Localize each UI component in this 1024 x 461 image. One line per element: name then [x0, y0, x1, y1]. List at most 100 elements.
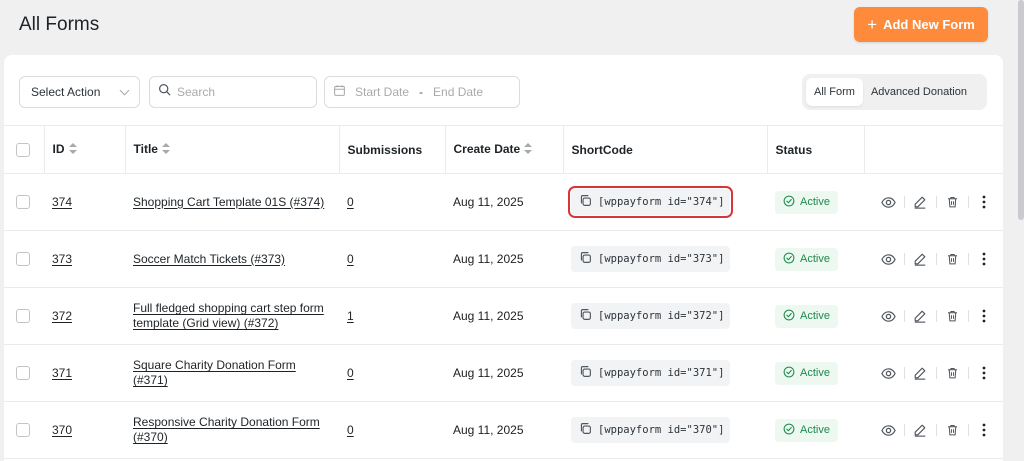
select-action-dropdown[interactable]: Select Action	[19, 76, 140, 108]
edit-icon[interactable]	[904, 190, 936, 214]
trash-icon[interactable]	[936, 247, 968, 271]
actions-cell	[864, 344, 1003, 402]
table-row: 370 Responsive Charity Donation Form (#3…	[4, 401, 1003, 459]
row-checkbox[interactable]	[16, 195, 30, 210]
column-date-label: Create Date	[453, 142, 521, 157]
title-cell: Square Charity Donation Form (#371)	[125, 344, 339, 402]
eye-icon[interactable]	[872, 361, 904, 385]
row-checkbox[interactable]	[16, 423, 30, 438]
submissions-link[interactable]: 0	[347, 252, 354, 266]
create-date-cell: Aug 11, 2025	[445, 287, 563, 345]
submissions-link[interactable]: 0	[347, 423, 354, 437]
more-vertical-icon[interactable]	[968, 361, 1000, 385]
date-separator: -	[419, 85, 424, 99]
tab-advanced-donation[interactable]: Advanced Donation	[863, 78, 975, 106]
shortcode-copy-button[interactable]: [wppayform id="372"]	[571, 303, 731, 329]
submissions-link[interactable]: 0	[347, 366, 354, 380]
sort-icon[interactable]	[68, 142, 77, 157]
status-cell: Active	[767, 287, 864, 345]
submissions-cell: 0	[339, 230, 445, 288]
create-date-cell: Aug 11, 2025	[445, 344, 563, 402]
toolbar: Select Action Start Date - End Date All …	[4, 55, 1003, 125]
status-badge: Active	[775, 190, 838, 214]
scrollbar-thumb[interactable]	[1018, 0, 1024, 220]
copy-icon	[579, 365, 592, 381]
create-date-cell: Aug 11, 2025	[445, 173, 563, 231]
shortcode-copy-button[interactable]: [wppayform id="373"]	[571, 246, 731, 272]
row-checkbox[interactable]	[16, 366, 30, 381]
status-label: Active	[800, 424, 830, 436]
id-cell: 372	[44, 287, 125, 345]
trash-icon[interactable]	[936, 304, 968, 328]
calendar-icon	[333, 84, 346, 100]
form-title-link[interactable]: Responsive Charity Donation Form (#370)	[133, 415, 333, 445]
column-title-label: Title	[133, 142, 158, 157]
search-icon	[158, 83, 171, 101]
row-checkbox[interactable]	[16, 252, 30, 267]
form-id-link[interactable]: 373	[52, 252, 72, 266]
status-label: Active	[800, 367, 830, 379]
form-id-link[interactable]: 371	[52, 366, 72, 380]
check-circle-icon	[783, 423, 795, 438]
table-row: 371 Square Charity Donation Form (#371) …	[4, 344, 1003, 402]
edit-icon[interactable]	[904, 418, 936, 442]
title-cell: Shopping Cart Template 01S (#374)	[125, 173, 339, 231]
status-badge: Active	[775, 247, 838, 271]
trash-icon[interactable]	[936, 418, 968, 442]
row-checkbox[interactable]	[16, 309, 30, 324]
eye-icon[interactable]	[872, 304, 904, 328]
status-cell: Active	[767, 230, 864, 288]
table-row: 373 Soccer Match Tickets (#373) 0 Aug 11…	[4, 230, 1003, 288]
submissions-link[interactable]: 1	[347, 309, 354, 323]
check-circle-icon	[783, 366, 795, 381]
end-date-input[interactable]: End Date	[433, 85, 483, 99]
eye-icon[interactable]	[872, 190, 904, 214]
sort-icon[interactable]	[524, 142, 533, 157]
forms-table: ID Title Submissions Create Date ShortCo…	[4, 125, 1003, 459]
status-label: Active	[800, 310, 830, 322]
form-title-link[interactable]: Shopping Cart Template 01S (#374)	[133, 195, 324, 210]
form-id-link[interactable]: 374	[52, 195, 72, 209]
submissions-cell: 0	[339, 344, 445, 402]
column-header-title[interactable]: Title	[125, 125, 340, 174]
column-header-actions	[864, 125, 1003, 174]
forms-panel: Select Action Start Date - End Date All …	[4, 55, 1003, 461]
column-header-id[interactable]: ID	[44, 125, 126, 174]
submissions-link[interactable]: 0	[347, 195, 354, 209]
shortcode-cell: [wppayform id="372"]	[563, 287, 767, 345]
search-field[interactable]	[149, 76, 317, 108]
trash-icon[interactable]	[936, 361, 968, 385]
form-id-link[interactable]: 370	[52, 423, 72, 437]
chevron-down-icon	[119, 85, 130, 96]
select-all-checkbox[interactable]	[16, 142, 30, 157]
tab-all-form[interactable]: All Form	[806, 78, 863, 106]
form-title-link[interactable]: Square Charity Donation Form (#371)	[133, 358, 333, 388]
shortcode-copy-button[interactable]: [wppayform id="371"]	[571, 360, 731, 386]
form-title-link[interactable]: Full fledged shopping cart step form tem…	[133, 301, 333, 331]
eye-icon[interactable]	[872, 247, 904, 271]
trash-icon[interactable]	[936, 190, 968, 214]
row-checkbox-cell	[4, 401, 44, 459]
search-input[interactable]	[177, 85, 307, 99]
column-header-create-date[interactable]: Create Date	[445, 125, 564, 174]
eye-icon[interactable]	[872, 418, 904, 442]
form-title-link[interactable]: Soccer Match Tickets (#373)	[133, 252, 285, 267]
more-vertical-icon[interactable]	[968, 418, 1000, 442]
more-vertical-icon[interactable]	[968, 247, 1000, 271]
check-circle-icon	[783, 309, 795, 324]
more-vertical-icon[interactable]	[968, 304, 1000, 328]
edit-icon[interactable]	[904, 247, 936, 271]
sort-icon[interactable]	[161, 142, 170, 157]
edit-icon[interactable]	[904, 361, 936, 385]
more-vertical-icon[interactable]	[968, 190, 1000, 214]
status-badge: Active	[775, 418, 838, 442]
shortcode-copy-button[interactable]: [wppayform id="374"]	[567, 186, 734, 218]
add-new-form-button[interactable]: + Add New Form	[854, 7, 988, 42]
shortcode-copy-button[interactable]: [wppayform id="370"]	[571, 417, 731, 443]
submissions-cell: 0	[339, 401, 445, 459]
copy-icon	[579, 422, 592, 438]
edit-icon[interactable]	[904, 304, 936, 328]
form-id-link[interactable]: 372	[52, 309, 72, 323]
date-range-picker[interactable]: Start Date - End Date	[324, 76, 520, 108]
start-date-input[interactable]: Start Date	[355, 85, 409, 99]
